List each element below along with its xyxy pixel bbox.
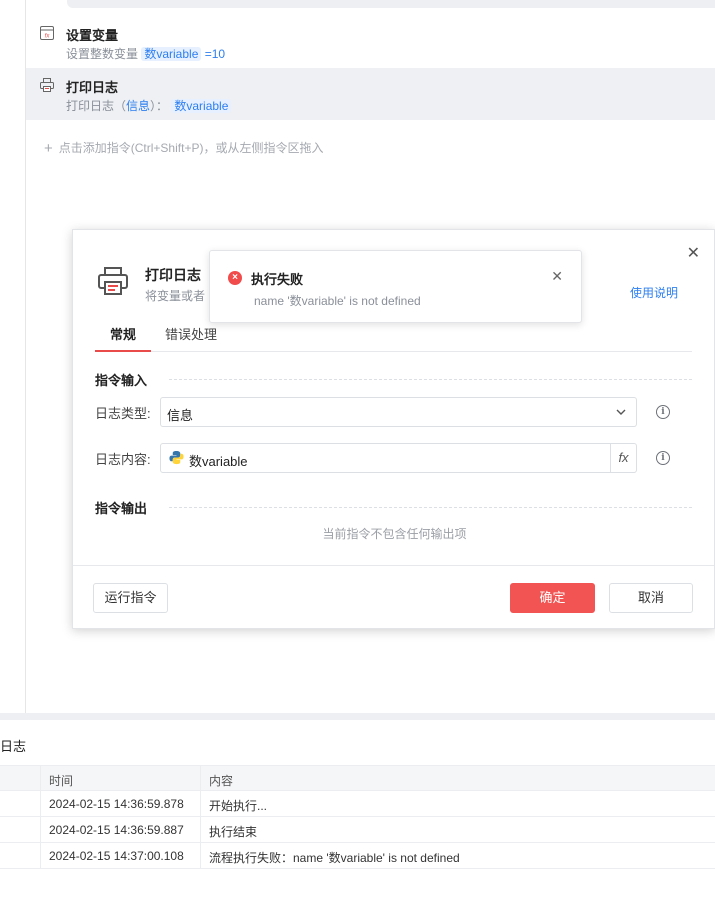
error-toast: × 执行失败 name '数variable' is not defined ✕ xyxy=(209,250,582,323)
plus-icon: + xyxy=(44,140,53,157)
info-icon[interactable]: i xyxy=(656,451,670,465)
log-panel-divider[interactable] xyxy=(0,713,715,720)
log-content-value: 数variable xyxy=(189,454,248,469)
chevron-down-icon xyxy=(616,409,626,415)
error-icon: × xyxy=(228,271,242,285)
variable-chip[interactable]: 数variable xyxy=(171,99,232,113)
table-row[interactable]: 2024-02-15 14:37:00.108 流程执行失败：name '数va… xyxy=(0,843,715,869)
cell-time: 2024-02-15 14:36:59.887 xyxy=(41,817,201,842)
printer-icon xyxy=(40,78,54,92)
header-cell-index xyxy=(0,766,41,790)
table-row[interactable]: 2024-02-15 14:36:59.887 执行结束 xyxy=(0,817,715,843)
header-cell-content: 内容 xyxy=(209,774,234,788)
step-description: 打印日志（信息）： 数variable xyxy=(66,97,232,114)
log-panel-title: 日志 xyxy=(0,739,27,754)
ok-button[interactable]: 确定 xyxy=(510,583,595,613)
log-content-input[interactable]: 数variable fx xyxy=(160,443,637,473)
cell-index xyxy=(0,817,41,842)
step-title: 打印日志 xyxy=(66,80,119,95)
cell-index xyxy=(0,791,41,816)
fx-expression-button[interactable]: fx xyxy=(610,444,636,472)
add-instruction-hint[interactable]: + 点击添加指令(Ctrl+Shift+P)，或从左侧指令区拖入 xyxy=(44,139,323,157)
set-variable-icon: fx xyxy=(40,26,54,40)
printer-icon xyxy=(98,267,128,295)
header-cell-time: 时间 xyxy=(41,766,201,790)
section-divider xyxy=(169,507,692,508)
cell-time: 2024-02-15 14:37:00.108 xyxy=(41,843,201,868)
cell-time: 2024-02-15 14:36:59.878 xyxy=(41,791,201,816)
footer-divider xyxy=(73,565,714,566)
cancel-button[interactable]: 取消 xyxy=(609,583,693,613)
log-type-label: 日志类型: xyxy=(95,406,151,421)
cell-content: 开始执行... xyxy=(209,799,268,813)
cell-index xyxy=(0,843,41,868)
info-icon[interactable]: i xyxy=(656,405,670,419)
flow-step-set-variable[interactable]: fx 设置变量 设置整数变量 数variable =10 xyxy=(26,16,715,68)
toast-title: 执行失败 xyxy=(251,272,304,287)
output-section-header: 指令输出 xyxy=(95,498,692,517)
toast-message: name '数variable' is not defined xyxy=(254,294,421,308)
cell-content: 执行结束 xyxy=(209,825,258,839)
tab-general[interactable]: 常规 xyxy=(95,326,151,352)
input-section-header: 指令输入 xyxy=(95,370,692,389)
step-title: 设置变量 xyxy=(66,28,119,43)
cell-content: 流程执行失败：name '数variable' is not defined xyxy=(209,851,460,865)
variable-chip[interactable]: 数variable xyxy=(141,47,202,61)
run-instruction-button[interactable]: 运行指令 xyxy=(93,583,168,613)
log-type-select[interactable]: 信息 xyxy=(160,397,637,427)
section-divider xyxy=(169,379,692,380)
log-content-label: 日志内容: xyxy=(95,452,151,467)
log-type-value: 信息 xyxy=(167,408,194,423)
dialog-title: 打印日志 xyxy=(145,267,201,283)
dialog-tabs: 常规 错误处理 xyxy=(95,326,692,352)
log-table: 时间 内容 2024-02-15 14:36:59.878 开始执行... 20… xyxy=(0,765,715,869)
tab-error-handling[interactable]: 错误处理 xyxy=(165,326,217,352)
top-panel-edge xyxy=(67,0,715,8)
step-description: 设置整数变量 数variable =10 xyxy=(66,47,226,61)
flow-step-print-log[interactable]: 打印日志 打印日志（信息）： 数variable xyxy=(26,68,715,120)
close-icon[interactable]: ✕ xyxy=(687,243,700,263)
log-table-header: 时间 内容 xyxy=(0,765,715,791)
svg-text:fx: fx xyxy=(45,34,51,40)
help-link[interactable]: 使用说明 xyxy=(630,284,678,301)
table-row[interactable]: 2024-02-15 14:36:59.878 开始执行... xyxy=(0,791,715,817)
close-icon[interactable]: ✕ xyxy=(551,268,563,285)
no-output-message: 当前指令不包含任何输出项 xyxy=(322,527,467,541)
python-icon xyxy=(169,450,184,465)
dialog-subtitle: 将变量或者 xyxy=(145,289,206,303)
